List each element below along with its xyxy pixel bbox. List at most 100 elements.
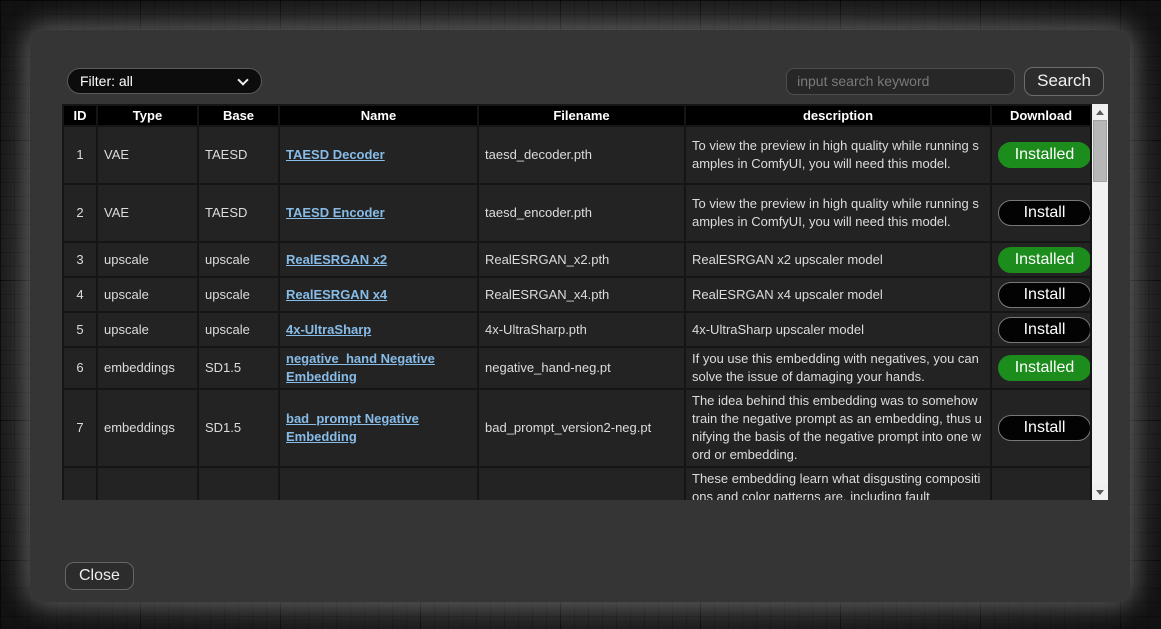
model-name-link[interactable]: TAESD Encoder [286,205,385,220]
cell-download: Install [991,389,1091,467]
cell-id [63,467,97,500]
cell-id: 6 [63,347,97,389]
cell-base: upscale [198,242,279,277]
close-button[interactable]: Close [65,562,134,590]
model-name-link[interactable]: RealESRGAN x4 [286,287,387,302]
header-filename: Filename [478,105,685,126]
table-row: These embedding learn what disgusting co… [63,467,1091,500]
cell-type: upscale [97,312,198,347]
model-name-link[interactable]: TAESD Decoder [286,147,385,162]
scrollbar-track[interactable] [1092,120,1108,484]
header-download: Download [991,105,1091,126]
header-type: Type [97,105,198,126]
table-row: 3upscaleupscaleRealESRGAN x2RealESRGAN_x… [63,242,1091,277]
cell-description: RealESRGAN x4 upscaler model [685,277,991,312]
cell-filename [478,467,685,500]
model-table: ID Type Base Name Filename description D… [62,104,1092,500]
scroll-up-button[interactable] [1092,104,1108,120]
cell-type: embeddings [97,347,198,389]
model-name-link[interactable]: negative_hand Negative Embedding [286,351,435,384]
cell-description: RealESRGAN x2 upscaler model [685,242,991,277]
table-row: 5upscaleupscale4x-UltraSharp4x-UltraShar… [63,312,1091,347]
cell-download [991,467,1091,500]
cell-type: VAE [97,184,198,242]
cell-id: 2 [63,184,97,242]
cell-name [279,467,478,500]
model-table-header: ID Type Base Name Filename description D… [63,105,1091,126]
cell-type: embeddings [97,389,198,467]
install-button[interactable]: Install [998,317,1091,343]
filter-select[interactable]: Filter: all [67,68,262,94]
cell-description: If you use this embedding with negatives… [685,347,991,389]
cell-download: Installed [991,126,1091,184]
cell-name: bad_prompt Negative Embedding [279,389,478,467]
table-row: 1VAETAESD TAESD Decoder taesd_decoder.pthT… [63,126,1091,184]
header-description: description [685,105,991,126]
cell-description: These embedding learn what disgusting co… [685,467,991,500]
cell-id: 5 [63,312,97,347]
cell-id: 7 [63,389,97,467]
cell-id: 3 [63,242,97,277]
header-base: Base [198,105,279,126]
cell-name: RealESRGAN x4 [279,277,478,312]
scrollbar-thumb[interactable] [1093,120,1107,182]
dialog-topbar: Filter: all Search [67,66,1104,96]
cell-name: TAESD Decoder [279,126,478,184]
cell-download: Installed [991,242,1091,277]
scroll-down-icon [1096,490,1104,495]
cell-description: To view the preview in high quality whil… [685,126,991,184]
model-name-link[interactable]: RealESRGAN x2 [286,252,387,267]
install-button[interactable]: Install [998,415,1091,441]
cell-download: Install [991,312,1091,347]
cell-filename: RealESRGAN_x2.pth [478,242,685,277]
cell-base: TAESD [198,126,279,184]
header-id: ID [63,105,97,126]
cell-base: upscale [198,277,279,312]
table-row: 6embeddingsSD1.5negative_hand Negative E… [63,347,1091,389]
installed-button[interactable]: Installed [998,355,1091,381]
cell-name: 4x-UltraSharp [279,312,478,347]
table-row: 2VAETAESD TAESD Encoder taesd_encoder.pthT… [63,184,1091,242]
cell-base: SD1.5 [198,347,279,389]
table-row: 7embeddingsSD1.5bad_prompt Negative Embe… [63,389,1091,467]
cell-type: VAE [97,126,198,184]
scroll-up-icon [1096,110,1104,115]
cell-filename: taesd_encoder.pth [478,184,685,242]
search-group: Search [786,67,1104,96]
search-input[interactable] [786,68,1015,95]
scroll-down-button[interactable] [1092,484,1108,500]
cell-download: Install [991,277,1091,312]
install-button[interactable]: Install [998,282,1091,308]
cell-description: 4x-UltraSharp upscaler model [685,312,991,347]
table-row: 4upscaleupscaleRealESRGAN x4RealESRGAN_x… [63,277,1091,312]
cell-type: upscale [97,277,198,312]
cell-filename: taesd_decoder.pth [478,126,685,184]
cell-filename: bad_prompt_version2-neg.pt [478,389,685,467]
cell-name: RealESRGAN x2 [279,242,478,277]
cell-filename: negative_hand-neg.pt [478,347,685,389]
cell-filename: 4x-UltraSharp.pth [478,312,685,347]
table-scrollbar[interactable] [1092,104,1108,500]
cell-id: 4 [63,277,97,312]
cell-base: SD1.5 [198,389,279,467]
cell-id: 1 [63,126,97,184]
cell-description: The idea behind this embedding was to so… [685,389,991,467]
cell-base [198,467,279,500]
cell-filename: RealESRGAN_x4.pth [478,277,685,312]
installed-button[interactable]: Installed [998,247,1091,273]
cell-base: TAESD [198,184,279,242]
installed-button[interactable]: Installed [998,142,1091,168]
model-name-link[interactable]: bad_prompt Negative Embedding [286,411,419,444]
install-button[interactable]: Install [998,200,1091,226]
filter-select-wrap: Filter: all [67,68,262,94]
search-button[interactable]: Search [1024,67,1104,96]
cell-description: To view the preview in high quality whil… [685,184,991,242]
cell-name: TAESD Encoder [279,184,478,242]
header-name: Name [279,105,478,126]
cell-base: upscale [198,312,279,347]
cell-download: Install [991,184,1091,242]
cell-name: negative_hand Negative Embedding [279,347,478,389]
model-name-link[interactable]: 4x-UltraSharp [286,322,371,337]
install-models-dialog: Filter: all Search ID Type Base Name Fi [30,30,1130,602]
cell-type: upscale [97,242,198,277]
